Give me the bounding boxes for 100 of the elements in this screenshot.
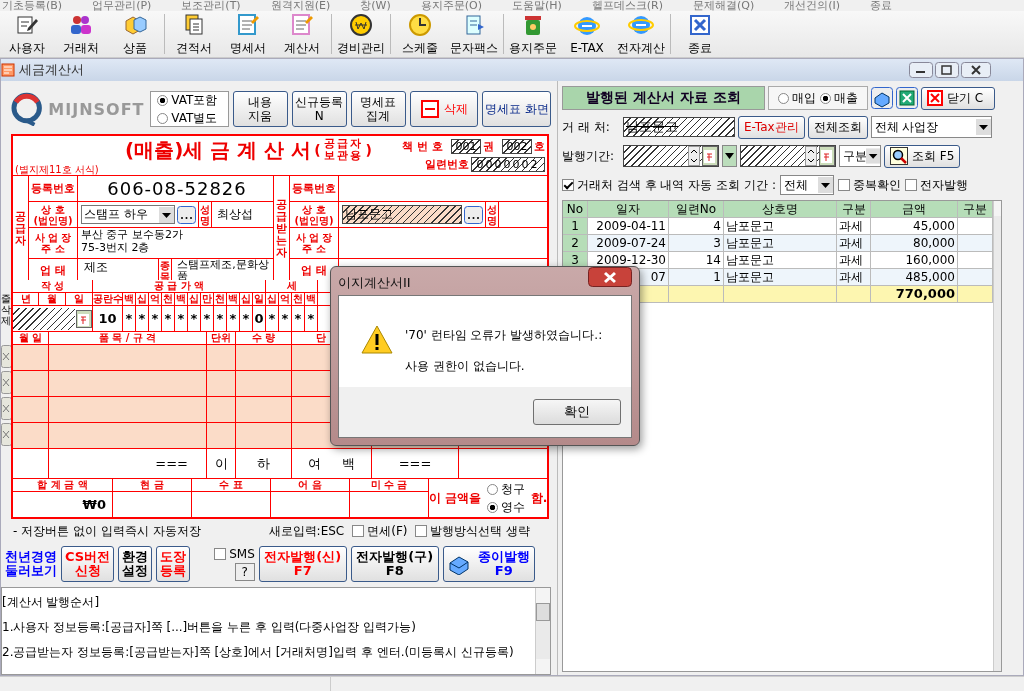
item-cell[interactable] — [236, 423, 291, 449]
item-cell[interactable] — [49, 423, 206, 449]
representative-name: 최상섭 — [216, 206, 253, 224]
unit-label: 권 — [483, 139, 494, 155]
spreadsheet-button[interactable] — [896, 87, 918, 110]
menu-item[interactable]: 개선건의(I) — [784, 0, 841, 12]
menu-item[interactable]: 종료 — [870, 0, 893, 12]
ok-button[interactable]: 확인 — [533, 399, 621, 425]
input-field[interactable] — [339, 228, 547, 259]
toolbar-button[interactable]: 내용 지움 — [232, 91, 288, 128]
close-button[interactable] — [961, 62, 991, 79]
table-cell: 과세 — [837, 252, 870, 269]
close-button[interactable] — [588, 267, 632, 287]
column-header: 백 — [123, 293, 135, 306]
date-field[interactable] — [623, 145, 719, 168]
delete-row-button[interactable] — [1, 423, 11, 447]
toolbar-button[interactable]: 명세표 집계 — [350, 91, 406, 128]
checkbox[interactable] — [562, 179, 574, 192]
digit-cell: * — [279, 306, 291, 332]
issue-button[interactable]: 종이발행 F9 — [442, 546, 535, 583]
item-cell[interactable] — [49, 397, 206, 423]
toolbar-button[interactable]: 상품 — [108, 11, 162, 58]
radio-button[interactable] — [157, 112, 169, 124]
menu-item[interactable]: 보조관리(T) — [181, 0, 241, 12]
checkbox[interactable] — [904, 179, 917, 192]
item-cell[interactable] — [49, 371, 206, 397]
toolbar-button[interactable]: 경비관리 — [334, 11, 388, 58]
toolbar-button[interactable]: 문자팩스 — [447, 11, 501, 58]
radio-button[interactable] — [486, 501, 498, 513]
item-cell[interactable] — [236, 345, 291, 371]
search-button[interactable]: 조회 F5 — [884, 144, 961, 168]
item-cell[interactable] — [49, 345, 206, 371]
checkbox[interactable] — [352, 525, 365, 538]
menu-item[interactable]: 문제해결(Q) — [693, 0, 755, 12]
menu-item[interactable]: 도움말(H) — [511, 0, 562, 12]
etax-button[interactable]: E-Tax관리 — [738, 115, 805, 139]
radio-button[interactable] — [157, 94, 169, 106]
date-field[interactable] — [740, 145, 836, 168]
scrollbar[interactable] — [535, 588, 550, 675]
range-dropdown[interactable]: 전체 — [779, 175, 834, 196]
digit-cell: * — [162, 306, 174, 332]
column-header: No — [563, 201, 587, 218]
browse-button[interactable] — [464, 205, 483, 224]
action-button[interactable]: 도장 등록 — [156, 546, 191, 583]
date-field[interactable] — [13, 307, 75, 330]
tour-link[interactable]: 천년경영 둘러보기 — [5, 550, 57, 579]
menu-item[interactable]: 기초등록(B) — [2, 0, 63, 12]
toolbar-button[interactable]: 신규등록 N — [291, 91, 347, 128]
menu-item[interactable]: 창(W) — [360, 0, 391, 12]
item-cell[interactable] — [236, 371, 291, 397]
item-cell[interactable] — [236, 397, 291, 423]
close-button[interactable]: 닫기 C — [921, 86, 995, 110]
menu-item[interactable]: 용지주문(O) — [420, 0, 482, 12]
toolbar-button[interactable]: 종료 — [673, 11, 727, 58]
toolbar-button[interactable]: 전자계산 — [614, 11, 668, 58]
delete-row-button[interactable] — [1, 371, 11, 395]
action-button[interactable]: 환경 설정 — [118, 546, 153, 583]
checkbox[interactable] — [214, 548, 227, 561]
menu-item[interactable]: 헬프데스크(R) — [591, 0, 664, 12]
issue-button[interactable]: 전자발행(구) F8 — [350, 546, 439, 583]
item-cell[interactable] — [207, 423, 235, 449]
item-cell[interactable] — [207, 345, 235, 371]
radio-button[interactable] — [820, 92, 831, 104]
help-button[interactable]: ? — [234, 563, 255, 582]
issue-button[interactable]: 전자발행(신) F7 — [258, 546, 347, 583]
menu-item[interactable]: 원격지원(E) — [270, 0, 331, 12]
scrollbar[interactable] — [993, 201, 1001, 672]
checkbox[interactable] — [837, 179, 850, 192]
checkbox[interactable] — [415, 525, 428, 538]
menu-item[interactable]: 업무관리(P) — [92, 0, 152, 12]
delete-row-button[interactable] — [1, 345, 11, 369]
toolbar-button[interactable]: 명세표 화면 — [482, 91, 551, 128]
toolbar-button[interactable]: 용지주문 — [506, 11, 560, 58]
calendar-icon[interactable] — [76, 309, 92, 328]
item-cell[interactable] — [13, 397, 48, 423]
table-cell — [958, 286, 992, 303]
category-dropdown[interactable]: 구분 — [839, 145, 881, 168]
toolbar-button[interactable]: 거래처 — [54, 11, 108, 58]
item-cell[interactable] — [13, 423, 48, 449]
browse-button[interactable] — [177, 205, 196, 224]
radio-button[interactable] — [778, 92, 789, 104]
item-cell[interactable] — [13, 345, 48, 371]
radio-button[interactable] — [486, 483, 498, 495]
maximize-button[interactable] — [935, 62, 959, 79]
toolbar-button[interactable]: 견적서 — [167, 11, 221, 58]
action-button[interactable]: CS버전 신청 — [61, 546, 115, 583]
toolbar-button[interactable]: E-TAX — [560, 11, 614, 58]
toolbar-button[interactable]: 계산서 — [275, 11, 329, 58]
toolbar-button[interactable]: 사용자 — [0, 11, 54, 58]
site-dropdown[interactable]: 전체 사업장 — [870, 116, 992, 139]
minimize-button[interactable] — [909, 62, 933, 79]
item-cell[interactable] — [207, 397, 235, 423]
toolbar-button[interactable]: 스케줄 — [393, 11, 447, 58]
item-cell[interactable] — [207, 371, 235, 397]
toolbar-button[interactable]: 명세서 — [221, 11, 275, 58]
input-field[interactable] — [339, 176, 547, 202]
delete-row-button[interactable] — [1, 397, 11, 421]
item-cell[interactable] — [13, 371, 48, 397]
view-all-button[interactable]: 전체조회 — [807, 115, 868, 139]
company-dropdown[interactable]: 스탬프 하우 — [81, 205, 175, 225]
